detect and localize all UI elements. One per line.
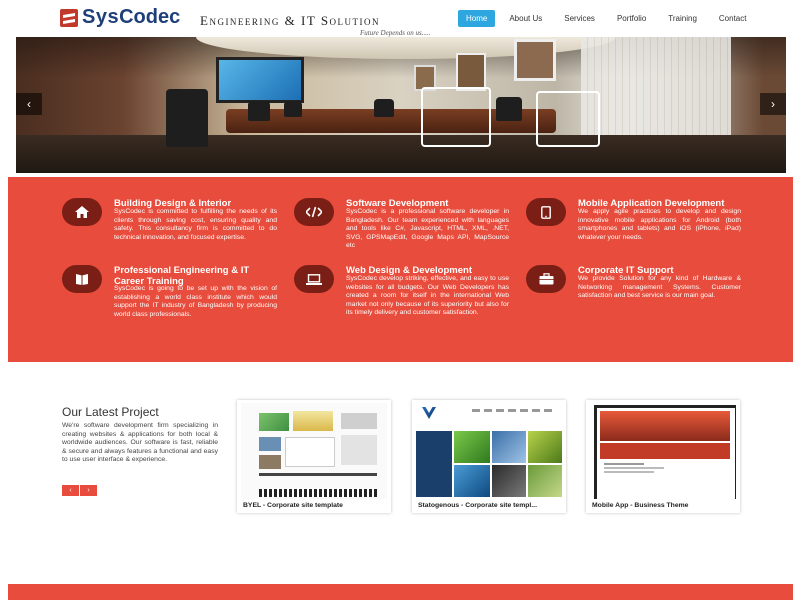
latest-project-controls: ‹ › <box>62 485 98 496</box>
project-caption: Statogenous - Corporate site templ... <box>418 502 537 509</box>
nav-services[interactable]: Services <box>556 10 603 27</box>
logo-mark-icon <box>60 8 78 27</box>
project-card-mobile-app[interactable]: Mobile App - Business Theme <box>586 400 740 513</box>
project-next-button[interactable]: › <box>80 485 97 496</box>
nav-training[interactable]: Training <box>660 10 705 27</box>
service-text: SysCodec is going to be set up with the … <box>114 285 277 318</box>
nav-contact[interactable]: Contact <box>711 10 755 27</box>
nav-home[interactable]: Home <box>458 10 496 27</box>
project-caption: Mobile App - Business Theme <box>592 502 689 509</box>
project-caption: BYEL - Corporate site template <box>243 502 343 509</box>
hero-tv-screen <box>216 57 304 103</box>
service-text: We apply agile practices to develop and … <box>578 208 741 241</box>
service-text: SysCodec is committed to fulfilling the … <box>114 208 277 241</box>
hero-slider: ‹ › <box>16 37 786 173</box>
logo-brand-codec: Codec <box>119 6 181 28</box>
hero-wall-frame <box>514 39 556 81</box>
service-text: We provide Solution for any kind of Hard… <box>578 275 741 300</box>
hero-chair <box>166 89 208 147</box>
hero-prev-button[interactable]: ‹ <box>16 93 42 115</box>
project-card-statogenous[interactable]: Statogenous - Corporate site templ... <box>412 400 566 513</box>
logo-subtitle: Future Depends on us..... <box>360 29 431 37</box>
logo[interactable]: Sys Codec Engineering & IT Solution Futur… <box>60 6 431 37</box>
hero-chair <box>284 101 302 117</box>
footer-bar <box>8 584 793 600</box>
hero-chair <box>496 97 522 121</box>
hero-chair <box>374 99 394 117</box>
nav-portfolio[interactable]: Portfolio <box>609 10 654 27</box>
home-icon <box>62 198 102 226</box>
project-thumbnail <box>416 403 562 499</box>
briefcase-icon <box>526 265 566 293</box>
hero-chair <box>248 101 270 121</box>
latest-project-text: We're software development firm speciali… <box>62 422 218 463</box>
code-icon <box>294 198 334 226</box>
project-card-byel[interactable]: BYEL - Corporate site template <box>237 400 391 513</box>
main-nav: Home About Us Services Portfolio Trainin… <box>458 10 760 27</box>
latest-project-title: Our Latest Project <box>62 405 159 419</box>
project-thumbnail <box>590 403 736 499</box>
hero-chair-wireframe <box>536 91 600 147</box>
service-title: Professional Engineering & IT Career Tra… <box>114 265 250 287</box>
service-text: SysCodec develop striking, effective, an… <box>346 275 509 317</box>
hero-next-button[interactable]: › <box>760 93 786 115</box>
hero-floor <box>16 135 786 173</box>
services-section: Building Design & Interior SysCodec is c… <box>8 177 793 362</box>
laptop-icon <box>294 265 334 293</box>
book-icon <box>62 265 102 293</box>
service-text: SysCodec is a professional software deve… <box>346 208 509 250</box>
logo-tagline: Engineering & IT Solution <box>200 13 381 28</box>
hero-chair-wireframe <box>421 87 491 147</box>
site-header: Sys Codec Engineering & IT Solution Futur… <box>0 0 800 37</box>
logo-brand-sys: Sys <box>82 6 120 28</box>
project-thumbnail <box>241 403 387 499</box>
hero-wall-frame <box>456 53 486 91</box>
nav-about-us[interactable]: About Us <box>501 10 550 27</box>
tablet-icon <box>526 198 566 226</box>
project-prev-button[interactable]: ‹ <box>62 485 79 496</box>
